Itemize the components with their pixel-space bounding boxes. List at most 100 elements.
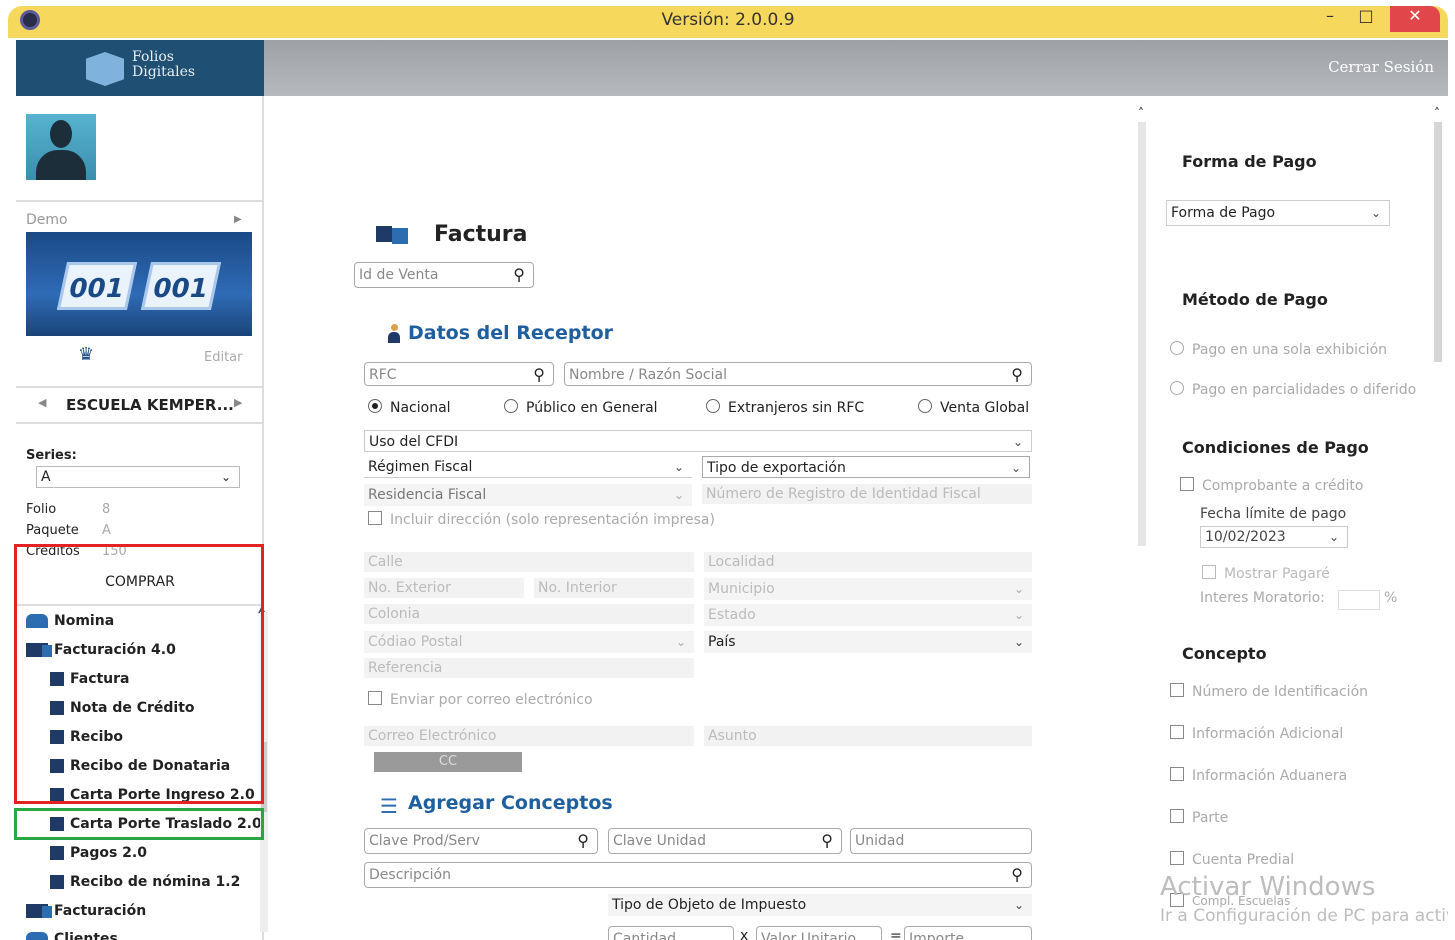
parte-checkbox[interactable]: Parte [1170, 809, 1228, 826]
search-icon[interactable]: ⚲ [1011, 863, 1023, 887]
num-registro-field[interactable]: Número de Registro de Identidad Fiscal [702, 484, 1032, 504]
codigo-postal-select[interactable]: Códiao Postal ⌄ [364, 631, 694, 653]
tipo-exportacion-select[interactable]: Tipo de exportación ⌄ [702, 456, 1030, 478]
interes-moratorio-label: Interes Moratorio: [1200, 590, 1325, 606]
page-title: Factura [434, 222, 528, 247]
radio-pago-parcialidades[interactable]: Pago en parcialidades o diferido [1170, 381, 1416, 398]
name-input[interactable]: Nombre / Razón Social ⚲ [564, 362, 1032, 386]
regimen-select[interactable]: Régimen Fiscal ⌄ [364, 456, 692, 478]
scroll-up-icon[interactable]: ˄ [1434, 106, 1440, 120]
importe-input[interactable]: Importe [904, 926, 1032, 940]
descripcion-input[interactable]: Descripción ⚲ [364, 862, 1032, 888]
banner-tile: 001 [140, 262, 222, 310]
rfc-input[interactable]: RFC ⚲ [364, 362, 554, 386]
prev-arrow-icon[interactable]: ◀ [38, 396, 46, 409]
document-icon [50, 672, 64, 686]
search-icon[interactable]: ⚲ [577, 829, 589, 853]
credito-checkbox[interactable]: Comprobante a crédito [1180, 477, 1363, 494]
calle-field[interactable]: Calle [364, 552, 694, 572]
demo-label: Demo [26, 212, 68, 228]
chevron-down-icon: ⌄ [1013, 898, 1024, 912]
fecha-limite-select[interactable]: 10/02/2023 ⌄ [1200, 526, 1348, 548]
info-adicional-checkbox[interactable]: Información Adicional [1170, 725, 1343, 742]
demo-arrow-icon[interactable]: ▶ [234, 214, 242, 225]
chevron-down-icon: ⌄ [1013, 635, 1024, 649]
document-icon [50, 759, 64, 773]
chevron-down-icon: ⌄ [673, 488, 684, 502]
search-icon[interactable]: ⚲ [513, 263, 525, 287]
maximize-button[interactable]: □ [1354, 6, 1378, 32]
document-icon [50, 730, 64, 744]
buy-button[interactable]: COMPRAR [16, 574, 264, 590]
uso-cfdi-select[interactable]: Uso del CFDI ⌄ [364, 430, 1032, 452]
receptor-header: Datos del Receptor [408, 322, 614, 344]
menu-item-clientes[interactable]: Clientes [26, 926, 274, 940]
chevron-down-icon: ⌄ [1013, 608, 1024, 622]
residencia-select[interactable]: Residencia Fiscal ⌄ [364, 484, 692, 506]
multiply-sign: x [740, 928, 749, 940]
clave-unidad-input[interactable]: Clave Unidad ⚲ [608, 828, 842, 854]
interes-moratorio-input[interactable] [1338, 590, 1380, 610]
list-icon: ☰ [380, 794, 398, 818]
estado-select[interactable]: Estado ⌄ [704, 604, 1032, 626]
radio-pago-una-exhibicion[interactable]: Pago en una sola exhibición [1170, 341, 1387, 358]
document-icon [50, 875, 64, 889]
localidad-field[interactable]: Localidad [704, 552, 1032, 572]
minimize-button[interactable]: – [1318, 6, 1342, 32]
search-icon[interactable]: ⚲ [1011, 363, 1023, 385]
menu-item-facturacion[interactable]: Facturación [26, 898, 274, 926]
cuenta-predial-checkbox[interactable]: Cuenta Predial [1170, 851, 1294, 868]
enviar-correo-checkbox[interactable]: Enviar por correo electrónico [368, 691, 593, 708]
options-scrollbar[interactable] [1434, 122, 1442, 362]
incluir-direccion-checkbox[interactable]: Incluir dirección (solo representación i… [368, 511, 715, 528]
mostrar-pagare-checkbox[interactable]: Mostrar Pagaré [1202, 565, 1330, 582]
forma-pago-select[interactable]: Forma de Pago ⌄ [1166, 200, 1390, 226]
sale-id-input[interactable]: Id de Venta ⚲ [354, 262, 534, 288]
no-exterior-field[interactable]: No. Exterior [364, 578, 524, 598]
next-arrow-icon[interactable]: ▶ [234, 396, 242, 409]
municipio-select[interactable]: Municipio ⌄ [704, 578, 1032, 600]
menu-item-nomina[interactable]: Nomina [26, 608, 274, 636]
chevron-down-icon: ⌄ [673, 460, 684, 474]
radio-publico-general[interactable]: Público en General [504, 399, 658, 416]
search-icon[interactable]: ⚲ [821, 829, 833, 853]
concepto-header: Concepto [1182, 644, 1267, 663]
close-button[interactable]: ✕ [1390, 6, 1440, 32]
scroll-up-icon[interactable]: ˄ [1138, 106, 1144, 120]
tipo-objeto-select[interactable]: Tipo de Objeto de Impuesto ⌄ [608, 894, 1032, 916]
num-identificacion-checkbox[interactable]: Número de Identificación [1170, 683, 1368, 700]
main-content: Factura Id de Venta ⚲ Datos del Receptor … [264, 96, 1448, 940]
brand-line2: Digitales [132, 64, 196, 80]
colonia-field[interactable]: Colonia [364, 604, 694, 624]
clave-prod-input[interactable]: Clave Prod/Serv ⚲ [364, 828, 598, 854]
radio-nacional[interactable]: Nacional [368, 399, 451, 416]
info-aduanera-checkbox[interactable]: Información Aduanera [1170, 767, 1347, 784]
referencia-field[interactable]: Referencia [364, 658, 694, 678]
menu-item-facturacion-4[interactable]: Facturación 4.0 [26, 637, 274, 665]
radio-extranjeros[interactable]: Extranjeros sin RFC [706, 399, 864, 416]
no-interior-field[interactable]: No. Interior [534, 578, 694, 598]
valor-unitario-input[interactable]: Valor Unitario [756, 926, 882, 940]
cc-button[interactable]: CC [374, 752, 522, 772]
edit-link[interactable]: Editar [204, 350, 243, 365]
chevron-down-icon: ⌄ [1012, 435, 1023, 449]
radio-venta-global[interactable]: Venta Global [918, 399, 1029, 416]
pais-select[interactable]: País ⌄ [704, 631, 1032, 653]
form-scrollbar[interactable] [1138, 122, 1146, 546]
correo-field[interactable]: Correo Electrónico [364, 726, 694, 746]
asunto-field[interactable]: Asunto [704, 726, 1032, 746]
unidad-input[interactable]: Unidad [850, 828, 1032, 854]
chevron-down-icon: ⌄ [675, 635, 686, 649]
creditos-row: Créditos 150 [26, 544, 127, 559]
series-select[interactable]: A ⌄ [36, 466, 240, 488]
sidebar: Demo ▶ 001 001 ♛ Editar ◀ ESCUELA KEMPER… [16, 96, 268, 940]
logout-link[interactable]: Cerrar Sesión [1328, 58, 1434, 76]
school-selector: ◀ ESCUELA KEMPER... ▶ [16, 386, 264, 424]
chevron-down-icon: ⌄ [1010, 461, 1021, 475]
document-icon [50, 701, 64, 715]
conceptos-header: Agregar Conceptos [408, 792, 613, 814]
search-icon[interactable]: ⚲ [533, 363, 545, 385]
user-avatar-icon[interactable] [26, 114, 96, 180]
chevron-down-icon: ⌄ [220, 470, 231, 484]
cantidad-input[interactable]: Cantidad [608, 926, 734, 940]
